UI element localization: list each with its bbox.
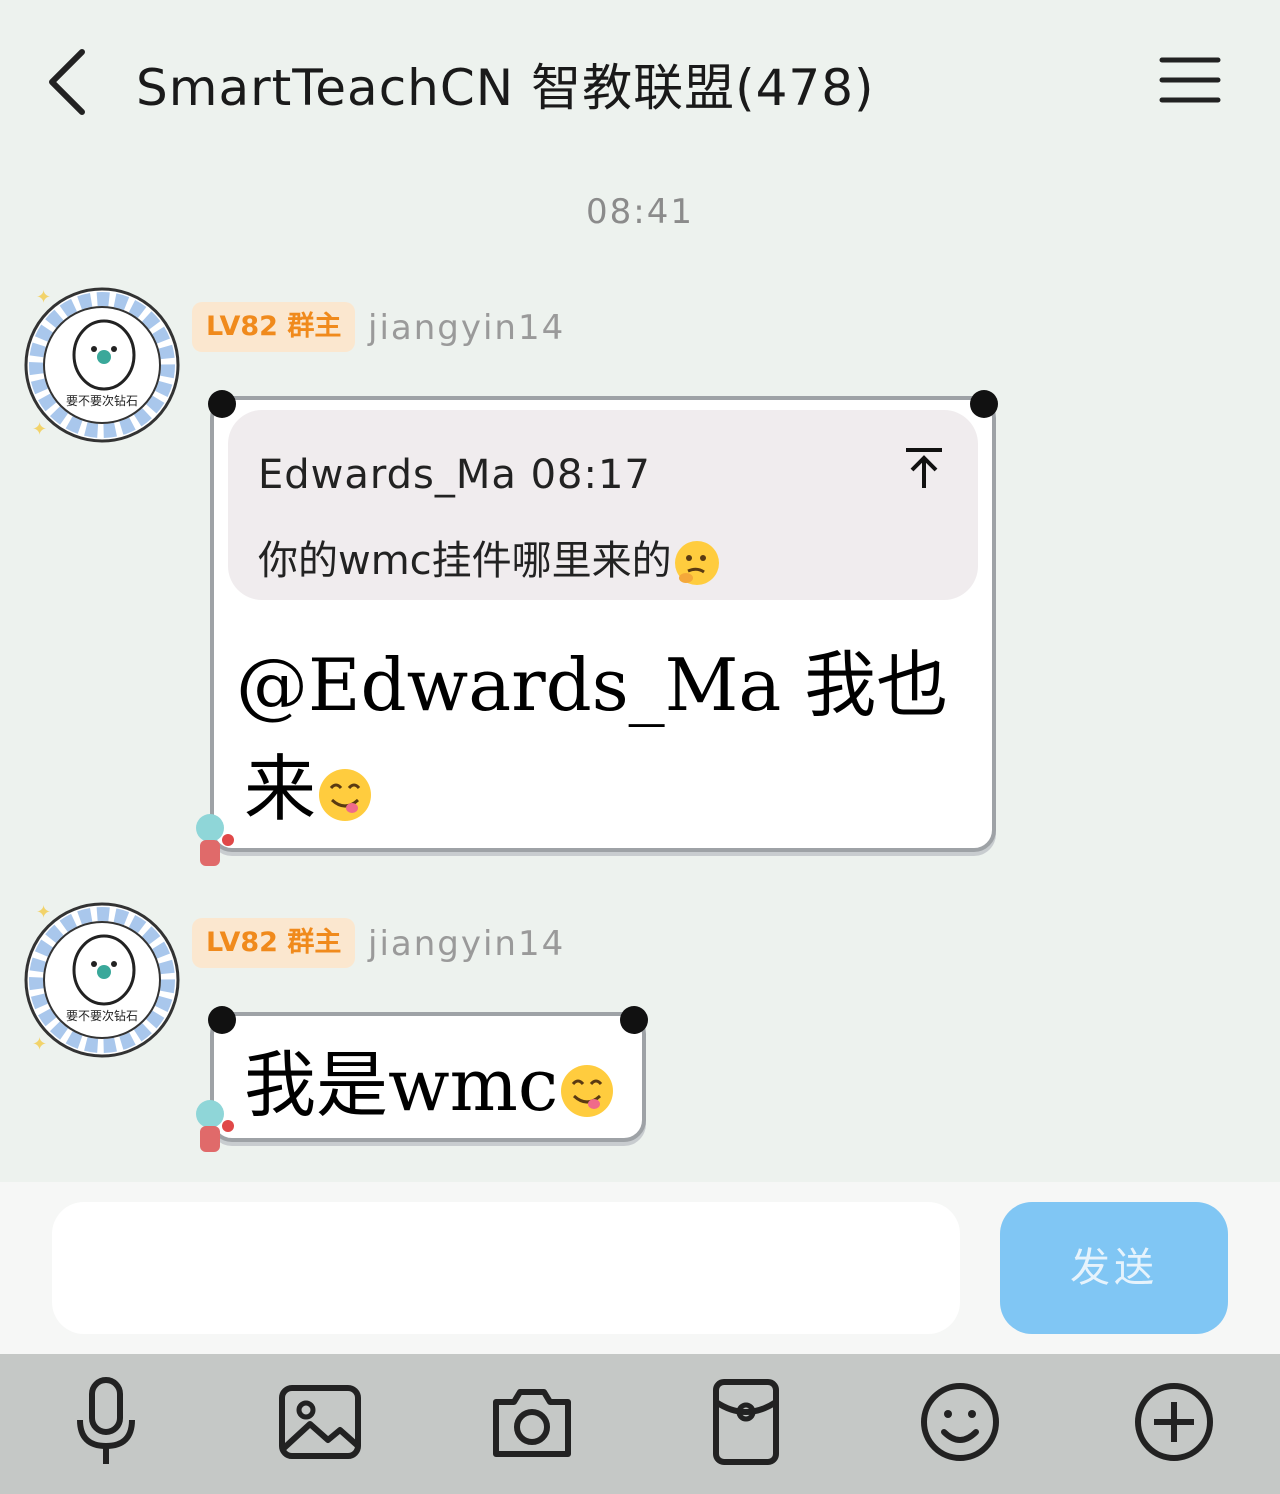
bubble-character-sticker [196, 814, 234, 866]
composer-bar: 发送 [0, 1182, 1280, 1354]
message-text: 我是wmc [244, 1026, 616, 1131]
svg-text:✦: ✦ [32, 419, 47, 440]
red-packet-icon[interactable] [696, 1372, 796, 1472]
emoji-icon[interactable] [910, 1372, 1010, 1472]
back-arrow-icon[interactable] [40, 44, 100, 120]
thinking-emoji-icon [674, 541, 719, 585]
message-text: @Edwards_Ma 我也 [236, 643, 949, 727]
menu-icon[interactable] [1158, 54, 1222, 108]
bubble-character-sticker [196, 1100, 234, 1152]
microphone-icon[interactable] [56, 1372, 156, 1472]
yum-emoji-icon [319, 769, 372, 821]
input-toolbar [0, 1354, 1280, 1494]
avatar[interactable]: 要不要次钻石 ✦ ✦ [22, 900, 182, 1060]
message-bubble[interactable]: 我是wmc [208, 1006, 648, 1142]
message-input[interactable] [52, 1202, 960, 1334]
level-badge: LV82 群主 [192, 918, 356, 968]
message-bubble[interactable]: Edwards_Ma 08:17 你的wmc挂件哪里来的 @Edwards_Ma… [208, 390, 998, 852]
sender-name[interactable]: jiangyin14 [368, 924, 565, 964]
svg-text:✦: ✦ [36, 902, 51, 923]
level-badge: LV82 群主 [192, 302, 356, 352]
svg-text:✦: ✦ [32, 1034, 47, 1055]
yum-emoji-icon [561, 1065, 614, 1117]
camera-icon[interactable] [482, 1372, 582, 1472]
bubble-decoration [620, 1006, 648, 1034]
chat-header: SmartTeachCN 智教联盟(478) [0, 0, 1280, 160]
quoted-text: 你的wmc挂件哪里来的 [258, 528, 722, 588]
jump-to-original-icon[interactable] [904, 446, 944, 492]
quoted-author-time: Edwards_Ma 08:17 [258, 452, 651, 498]
svg-text:✦: ✦ [36, 287, 51, 308]
plus-icon[interactable] [1124, 1372, 1224, 1472]
avatar-caption: 要不要次钻石 [66, 1008, 138, 1023]
avatar[interactable]: 要不要次钻石 ✦ ✦ [22, 285, 182, 445]
message-text-continued: 来 [244, 730, 374, 835]
quoted-message[interactable]: Edwards_Ma 08:17 你的wmc挂件哪里来的 [228, 410, 978, 600]
bubble-decoration [208, 390, 236, 418]
bubble-decoration [970, 390, 998, 418]
bubble-decoration [208, 1006, 236, 1034]
avatar-caption: 要不要次钻石 [66, 393, 138, 408]
chat-title: SmartTeachCN 智教联盟(478) [136, 59, 875, 117]
message-timestamp: 08:41 [586, 192, 694, 232]
send-button[interactable]: 发送 [1000, 1202, 1228, 1334]
sender-name[interactable]: jiangyin14 [368, 308, 565, 348]
image-icon[interactable] [270, 1372, 370, 1472]
